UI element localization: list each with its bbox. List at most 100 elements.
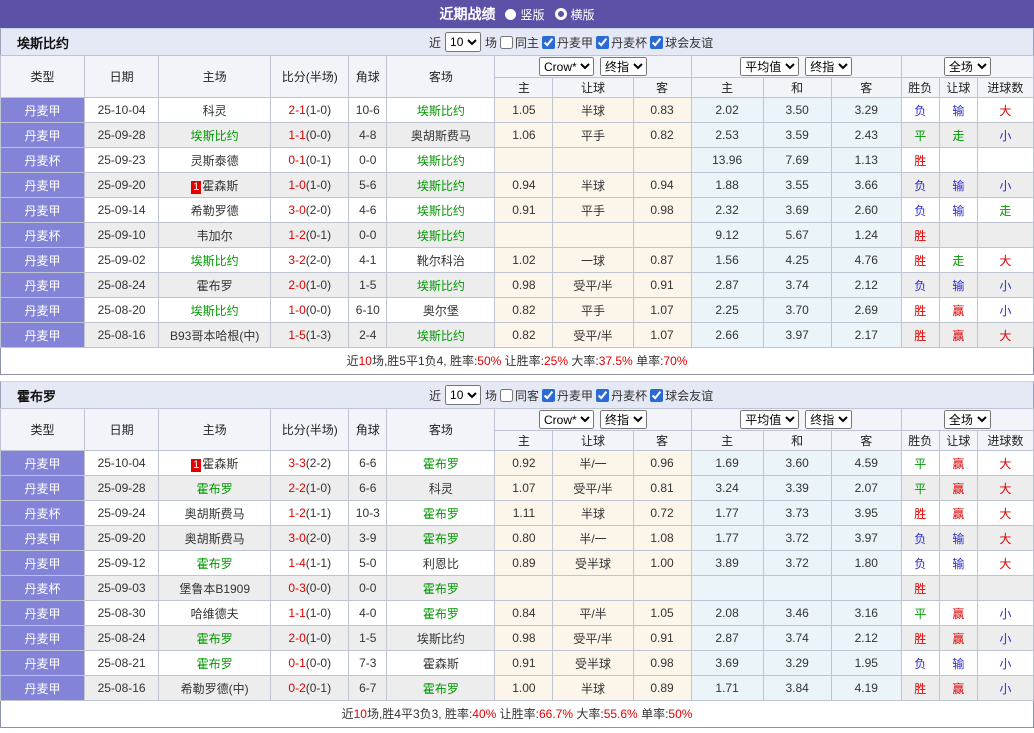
th-type: 类型	[0, 408, 86, 451]
league2-option[interactable]: 丹麦杯	[595, 34, 647, 51]
cell-avg-home: 3.89	[690, 550, 764, 576]
avg-dropdown-group: 平均值 终指	[690, 408, 902, 431]
cell-avg-home	[690, 575, 764, 601]
cell-odds-away: 0.83	[632, 97, 692, 123]
cell-odds-home: 0.80	[494, 525, 554, 551]
stats-summary-2: 近10场,胜4平3负3, 胜率:40% 让胜率:66.7% 大率:55.6% 单…	[0, 701, 1034, 728]
cell-avg-draw: 3.59	[762, 122, 832, 148]
cell-avg-away: 4.76	[830, 247, 902, 273]
cell-result-goals: 小	[976, 625, 1034, 651]
cell-date: 25-09-02	[84, 247, 160, 273]
match-count-select[interactable]: 10	[445, 385, 482, 405]
cell-result-handicap: 赢	[938, 675, 978, 701]
match-count-select[interactable]: 10	[445, 32, 482, 52]
match-row: 丹麦杯 25-09-23 灵斯泰德 0-1(0-1) 0-0 埃斯比约 13.96 7.69 1…	[0, 147, 1034, 173]
cell-score: 0-2(0-1)	[270, 675, 350, 701]
cell-league: 丹麦甲	[0, 675, 86, 701]
cell-odds-away: 1.08	[632, 525, 692, 551]
layout-radio-vertical[interactable]: 竖版	[505, 6, 545, 23]
cell-away-team: 奥尔堡	[386, 297, 496, 323]
cell-away-team: 利恩比	[386, 550, 496, 576]
cell-corners: 6-6	[348, 450, 388, 476]
league3-option[interactable]: 球会友谊	[649, 34, 713, 51]
league2-option[interactable]: 丹麦杯	[595, 387, 647, 404]
cell-result-outcome: 胜	[900, 297, 940, 323]
cell-away-team: 埃斯比约	[386, 222, 496, 248]
match-row: 丹麦甲 25-10-04 1 霍森斯 3-3(2-2) 6-6 霍布罗 0.92 半/一 0.96…	[0, 450, 1034, 476]
match-rows-2: 丹麦甲 25-10-04 1 霍森斯 3-3(2-2) 6-6 霍布罗 0.92 半/一 0.96…	[0, 450, 1034, 701]
cell-home-team: 1 霍森斯	[158, 172, 272, 198]
cell-odds-handicap: 受平/半	[552, 625, 634, 651]
cell-result-outcome: 负	[900, 525, 940, 551]
cell-date: 25-08-20	[84, 297, 160, 323]
odds-company-select[interactable]: Crow*	[538, 57, 594, 76]
league3-checkbox[interactable]	[650, 35, 664, 49]
cell-avg-draw: 7.69	[762, 147, 832, 173]
avg-dropdown-group: 平均值 终指	[690, 55, 902, 78]
scope-select[interactable]: 全场	[943, 57, 991, 76]
cell-date: 25-09-20	[84, 525, 160, 551]
th-away: 客场	[386, 408, 496, 451]
cell-avg-home: 1.71	[690, 675, 764, 701]
cell-odds-away	[632, 575, 692, 601]
cell-away-team: 科灵	[386, 475, 496, 501]
stats-summary-1: 近10场,胜5平1负4, 胜率:50% 让胜率:25% 大率:37.5% 单率:…	[0, 348, 1034, 375]
field-label: 场	[485, 35, 498, 50]
cell-home-team: 奥胡斯费马	[158, 525, 272, 551]
cell-avg-away	[830, 575, 902, 601]
th-avg-draw: 和	[762, 77, 832, 98]
scope-select[interactable]: 全场	[943, 410, 991, 429]
match-row: 丹麦甲 25-09-20 1 霍森斯 1-0(1-0) 5-6 埃斯比约 0.94 半球 0.94…	[0, 172, 1034, 198]
league2-checkbox[interactable]	[596, 35, 610, 49]
cell-score: 3-2(2-0)	[270, 247, 350, 273]
cell-result-goals: 大	[976, 322, 1034, 348]
radio-checked-icon	[505, 8, 517, 20]
match-row: 丹麦甲 25-08-24 霍布罗 2-0(1-0) 1-5 埃斯比约 0.98 受平/半 0.9…	[0, 272, 1034, 298]
avg-final-select[interactable]: 终指	[805, 410, 853, 429]
cell-result-outcome: 胜	[900, 247, 940, 273]
league1-option[interactable]: 丹麦甲	[541, 387, 593, 404]
league1-option[interactable]: 丹麦甲	[541, 34, 593, 51]
cell-odds-home	[494, 222, 554, 248]
league2-label: 丹麦杯	[611, 388, 648, 403]
odds-final-select[interactable]: 终指	[599, 57, 647, 76]
avg-final-select[interactable]: 终指	[805, 57, 853, 76]
cell-result-goals	[976, 147, 1034, 173]
cell-avg-away: 3.16	[830, 600, 902, 626]
cell-date: 25-09-28	[84, 122, 160, 148]
same-venue-checkbox[interactable]	[500, 35, 514, 49]
cell-avg-draw: 3.74	[762, 272, 832, 298]
league3-label: 球会友谊	[665, 388, 714, 403]
odds-final-select[interactable]: 终指	[599, 410, 647, 429]
average-select[interactable]: 平均值	[740, 410, 800, 429]
cell-avg-away: 2.12	[830, 272, 902, 298]
same-venue-option[interactable]: 同主	[499, 34, 539, 51]
league1-label: 丹麦甲	[557, 35, 594, 50]
near-label: 近	[429, 388, 442, 403]
layout-radio-horizontal[interactable]: 横版	[554, 6, 595, 23]
cell-odds-away: 0.87	[632, 247, 692, 273]
cell-away-team: 埃斯比约	[386, 172, 496, 198]
match-row: 丹麦甲 25-08-21 霍布罗 0-1(0-0) 7-3 霍森斯 0.91 受半球 0.98 3…	[0, 650, 1034, 676]
cell-league: 丹麦甲	[0, 322, 86, 348]
cell-result-handicap: 赢	[938, 450, 978, 476]
th-odds-home: 主	[494, 77, 554, 98]
same-venue-checkbox[interactable]	[500, 388, 514, 402]
cell-score: 3-0(2-0)	[270, 197, 350, 223]
league3-checkbox[interactable]	[650, 388, 664, 402]
cell-avg-home: 1.56	[690, 247, 764, 273]
cell-league: 丹麦杯	[0, 222, 86, 248]
th-odds-away: 客	[632, 77, 692, 98]
cell-result-outcome: 胜	[900, 575, 940, 601]
average-select[interactable]: 平均值	[740, 57, 800, 76]
league1-checkbox[interactable]	[542, 35, 556, 49]
match-row: 丹麦甲 25-09-12 霍布罗 1-4(1-1) 5-0 利恩比 0.89 受半球 1.00 3…	[0, 550, 1034, 576]
odds-company-select[interactable]: Crow*	[538, 410, 594, 429]
league3-option[interactable]: 球会友谊	[649, 387, 713, 404]
same-venue-option[interactable]: 同客	[499, 387, 539, 404]
cell-odds-handicap: 受平/半	[552, 272, 634, 298]
th-result-goals: 进球数	[976, 77, 1034, 98]
league1-checkbox[interactable]	[542, 388, 556, 402]
th-result-handicap: 让球	[938, 77, 978, 98]
league2-checkbox[interactable]	[596, 388, 610, 402]
